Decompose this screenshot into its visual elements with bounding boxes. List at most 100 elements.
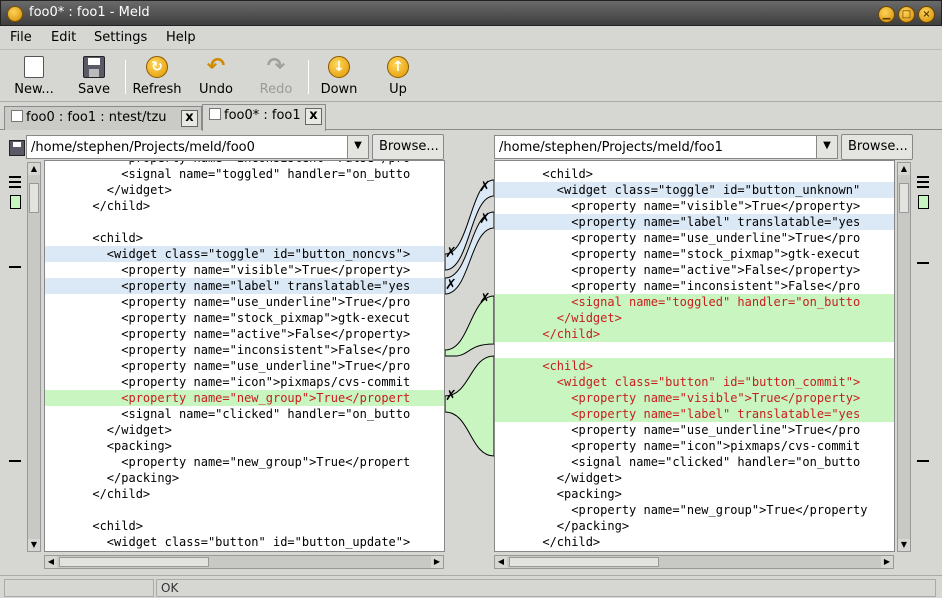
menu-help[interactable]: Help bbox=[166, 30, 196, 45]
code-line[interactable] bbox=[45, 214, 444, 230]
left-change-map[interactable] bbox=[6, 162, 22, 552]
code-line[interactable]: <signal name="clicked" handler="on_butto bbox=[45, 406, 444, 422]
scroll-right-arrow-icon[interactable]: ▶ bbox=[431, 556, 443, 568]
code-line[interactable]: <widget class="toggle" id="button_noncvs… bbox=[45, 246, 444, 262]
code-line[interactable]: <widget class="button" id="button_commit… bbox=[495, 374, 894, 390]
code-line[interactable]: <widget class="toggle" id="button_unknow… bbox=[495, 182, 894, 198]
scroll-down-arrow-icon[interactable]: ▼ bbox=[28, 539, 40, 551]
link-x-icon[interactable]: ✗ bbox=[445, 245, 457, 261]
code-line[interactable]: </child> bbox=[495, 534, 894, 550]
right-vertical-scrollbar[interactable]: ▲ ▼ bbox=[897, 162, 911, 552]
code-line[interactable] bbox=[45, 502, 444, 518]
code-line[interactable]: <property name="label" translatable="yes bbox=[495, 214, 894, 230]
code-line[interactable]: <packing> bbox=[495, 486, 894, 502]
new-button[interactable]: New... bbox=[8, 54, 60, 100]
maximize-button[interactable]: □ bbox=[898, 6, 915, 23]
code-line[interactable]: <property name="new_group">True</propert bbox=[45, 390, 444, 406]
code-line[interactable]: <property name="stock_pixmap">gtk-execut bbox=[45, 310, 444, 326]
diff-link-map[interactable]: ✗ ✗ ✗ ✗ ✗ ✗ bbox=[445, 160, 494, 552]
menu-edit[interactable]: Edit bbox=[51, 30, 76, 45]
code-line[interactable]: <property name="inconsistent">False</pro bbox=[495, 278, 894, 294]
code-line[interactable]: </widget> bbox=[45, 422, 444, 438]
scroll-thumb[interactable] bbox=[29, 183, 39, 213]
save-file-icon[interactable] bbox=[9, 140, 25, 156]
code-line[interactable]: <property name="icon">pixmaps/cvs-commit bbox=[495, 438, 894, 454]
right-horizontal-scrollbar[interactable]: ◀ ▶ bbox=[494, 555, 894, 569]
scroll-thumb[interactable] bbox=[899, 183, 909, 213]
save-button[interactable]: Save bbox=[68, 54, 120, 100]
menu-settings[interactable]: Settings bbox=[94, 30, 147, 45]
right-path-dropdown[interactable]: ▼ bbox=[816, 135, 838, 159]
refresh-button[interactable]: ↻ Refresh bbox=[131, 54, 183, 100]
code-line[interactable]: <property name="visible">True</property> bbox=[45, 262, 444, 278]
redo-button[interactable]: ↷ Redo bbox=[250, 54, 302, 100]
code-line[interactable]: <property name="use_underline">True</pro bbox=[45, 358, 444, 374]
close-window-button[interactable]: × bbox=[918, 6, 935, 23]
scroll-down-arrow-icon[interactable]: ▼ bbox=[898, 539, 910, 551]
code-line[interactable]: <property name="icon">pixmaps/cvs-commit bbox=[45, 374, 444, 390]
left-path-dropdown[interactable]: ▼ bbox=[347, 135, 369, 159]
tab-foo0-foo1-ntest[interactable]: foo0 : foo1 : ntest/tzu x bbox=[4, 106, 202, 130]
code-line[interactable]: <property name="new_group">True</propert… bbox=[495, 502, 894, 518]
tab-foo0-foo1[interactable]: foo0* : foo1 x bbox=[202, 104, 326, 131]
code-line[interactable]: </widget> bbox=[495, 310, 894, 326]
left-browse-button[interactable]: Browse... bbox=[372, 134, 444, 160]
code-line[interactable]: </child> bbox=[45, 198, 444, 214]
code-line[interactable]: <child> bbox=[495, 166, 894, 182]
code-line[interactable]: <child> bbox=[45, 518, 444, 534]
code-line[interactable]: <property name="visible">True</property> bbox=[495, 390, 894, 406]
code-line[interactable]: <property name="inconsistent">False</pro bbox=[45, 342, 444, 358]
menu-file[interactable]: File bbox=[10, 30, 32, 45]
code-line[interactable]: </widget> bbox=[45, 182, 444, 198]
code-line[interactable]: <property name="new_group">True</propert bbox=[45, 454, 444, 470]
code-line[interactable]: <property name="use_underline">True</pro bbox=[45, 294, 444, 310]
code-line[interactable]: </child> bbox=[495, 326, 894, 342]
right-browse-button[interactable]: Browse... bbox=[841, 134, 913, 160]
code-line[interactable]: <widget class="button" id="button_update… bbox=[45, 534, 444, 550]
right-change-map[interactable] bbox=[914, 162, 930, 552]
link-x-icon[interactable]: ✗ bbox=[479, 179, 491, 195]
code-line[interactable]: <packing> bbox=[45, 438, 444, 454]
left-text-pane[interactable]: <property name="inconsistent">False</pro… bbox=[44, 160, 445, 552]
code-line[interactable]: <property name="active">False</property> bbox=[45, 326, 444, 342]
code-line[interactable]: <property name="label" translatable="yes bbox=[495, 406, 894, 422]
scroll-thumb[interactable] bbox=[59, 557, 209, 567]
minimize-button[interactable]: ▁ bbox=[878, 6, 895, 23]
link-x-icon[interactable]: ✗ bbox=[479, 291, 491, 307]
scroll-left-arrow-icon[interactable]: ◀ bbox=[45, 556, 57, 568]
code-line[interactable]: <property name="use_underline">True</pro bbox=[495, 230, 894, 246]
left-vertical-scrollbar[interactable]: ▲ ▼ bbox=[27, 162, 41, 552]
code-line[interactable]: <signal name="toggled" handler="on_butto bbox=[495, 294, 894, 310]
tab-close-button[interactable]: x bbox=[305, 108, 322, 125]
code-line[interactable] bbox=[495, 342, 894, 358]
link-x-icon[interactable]: ✗ bbox=[445, 388, 457, 404]
code-line[interactable]: <signal name="clicked" handler="on_butto bbox=[495, 454, 894, 470]
tab-close-button[interactable]: x bbox=[181, 110, 198, 127]
left-horizontal-scrollbar[interactable]: ◀ ▶ bbox=[44, 555, 444, 569]
code-line[interactable]: <property name="active">False</property> bbox=[495, 262, 894, 278]
code-line[interactable]: </packing> bbox=[495, 518, 894, 534]
scroll-thumb[interactable] bbox=[509, 557, 659, 567]
undo-button[interactable]: ↶ Undo bbox=[190, 54, 242, 100]
code-line[interactable]: </packing> bbox=[45, 470, 444, 486]
link-x-icon[interactable]: ✗ bbox=[479, 211, 491, 227]
code-line[interactable]: <property name="stock_pixmap">gtk-execut bbox=[495, 246, 894, 262]
code-line[interactable]: <child> bbox=[495, 358, 894, 374]
code-line[interactable]: </child> bbox=[45, 486, 444, 502]
right-path-input[interactable] bbox=[494, 135, 817, 159]
right-text-pane[interactable]: <child> <widget class="toggle" id="butto… bbox=[494, 160, 895, 552]
code-line[interactable]: </widget> bbox=[495, 470, 894, 486]
code-line[interactable]: <child> bbox=[45, 230, 444, 246]
left-path-input[interactable] bbox=[26, 135, 348, 159]
link-x-icon[interactable]: ✗ bbox=[445, 277, 457, 293]
scroll-up-arrow-icon[interactable]: ▲ bbox=[28, 163, 40, 175]
code-line[interactable]: <signal name="toggled" handler="on_butto bbox=[45, 166, 444, 182]
down-button[interactable]: ↓ Down bbox=[313, 54, 365, 100]
scroll-left-arrow-icon[interactable]: ◀ bbox=[495, 556, 507, 568]
code-line[interactable]: <property name="use_underline">True</pro bbox=[495, 422, 894, 438]
up-button[interactable]: ↑ Up bbox=[372, 54, 424, 100]
scroll-right-arrow-icon[interactable]: ▶ bbox=[881, 556, 893, 568]
code-line[interactable]: <property name="label" translatable="yes bbox=[45, 278, 444, 294]
meld-app-icon[interactable] bbox=[7, 6, 23, 22]
scroll-up-arrow-icon[interactable]: ▲ bbox=[898, 163, 910, 175]
